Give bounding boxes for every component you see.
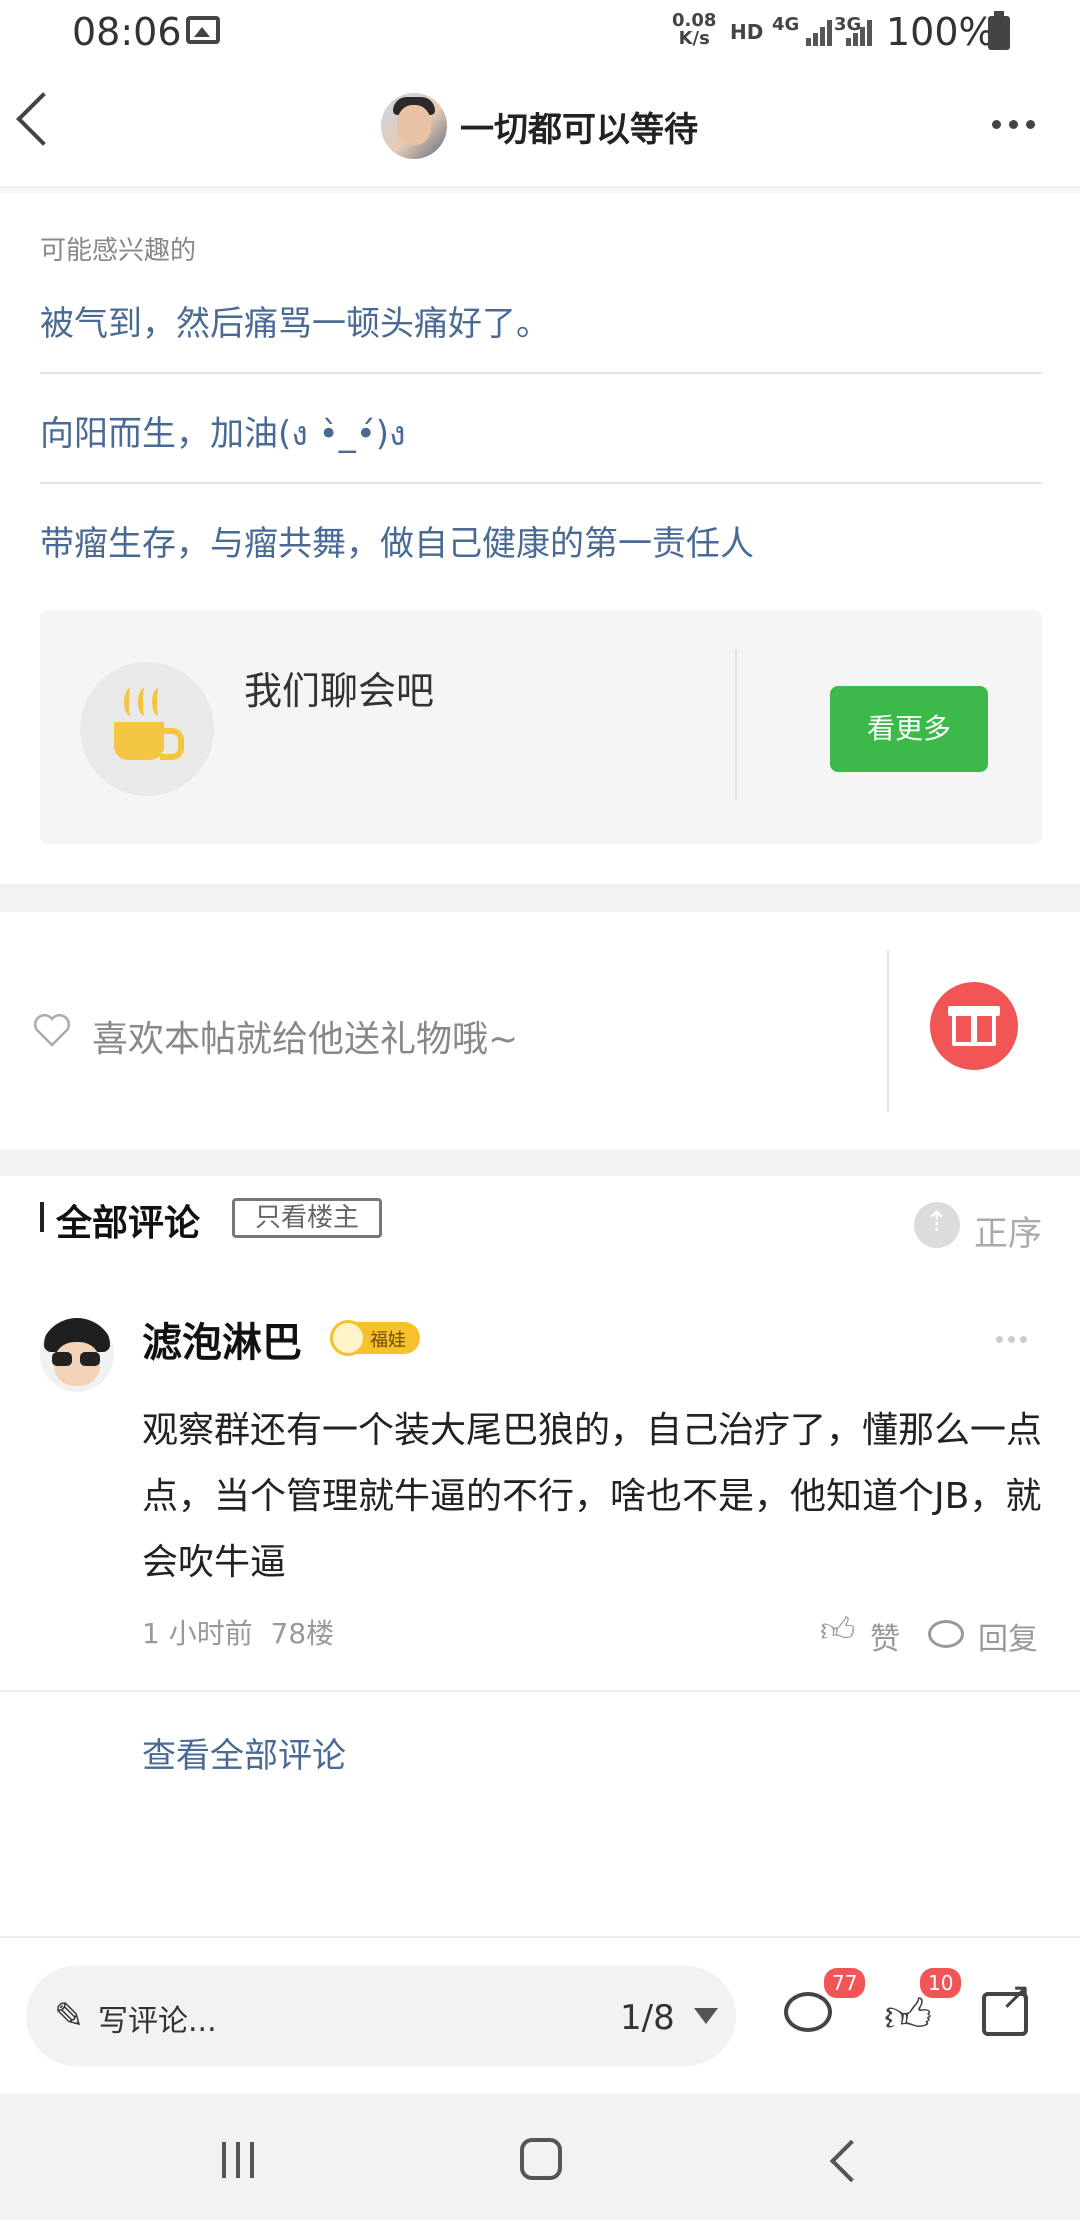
- home-icon[interactable]: [520, 2138, 562, 2180]
- hd-indicator: HD: [730, 20, 764, 44]
- divider: [887, 950, 889, 1112]
- battery-icon: [988, 11, 1010, 50]
- like-count-badge: 10: [918, 1966, 964, 2000]
- divider: [0, 1690, 1080, 1692]
- divider: [735, 650, 737, 800]
- recommended-item[interactable]: 向阳而生，加油(ง •̀_•́)ง: [40, 406, 1042, 460]
- share-icon[interactable]: [982, 1974, 1032, 2036]
- pencil-icon: ✎: [54, 1996, 85, 2037]
- net-speed: 0.08 K/s: [672, 12, 716, 48]
- recommended-item[interactable]: 被气到，然后痛骂一顿头痛好了。: [40, 296, 1042, 345]
- divider: [0, 1936, 1080, 1938]
- comment-more-icon[interactable]: [996, 1336, 1028, 1344]
- gift-icon[interactable]: [930, 982, 1018, 1070]
- gallery-notification-icon: [186, 16, 220, 44]
- comment-text: 观察群还有一个装大尾巴狼的，自己治疗了，懂那么一点点，当个管理就牛逼的不行，啥也…: [142, 1410, 1043, 1583]
- comment-time: 1 小时前: [142, 1617, 253, 1650]
- like-button[interactable]: 赞: [870, 1614, 900, 1658]
- heart-icon[interactable]: [32, 1010, 72, 1050]
- more-icon[interactable]: [992, 120, 1038, 130]
- only-owner-button[interactable]: 只看楼主: [232, 1198, 382, 1238]
- write-comment-placeholder[interactable]: 写评论...: [98, 1996, 217, 2040]
- reply-icon[interactable]: [928, 1620, 964, 1648]
- section-separator: [0, 1150, 1080, 1176]
- badge-label: 福娃: [370, 1330, 406, 1351]
- sort-button[interactable]: 正序: [974, 1206, 1042, 1255]
- badge-icon: [330, 1320, 366, 1356]
- recommended-heading: 可能感兴趣的: [40, 236, 197, 266]
- avatar[interactable]: [40, 1318, 114, 1392]
- net-speed-unit: K/s: [678, 28, 710, 49]
- status-bar: 08:06 0.08 K/s HD 4G 3G 100%: [0, 0, 1080, 66]
- page-indicator[interactable]: 1/8: [620, 1998, 675, 2038]
- section-separator: [0, 884, 1080, 912]
- gift-prompt[interactable]: 喜欢本帖就给他送礼物哦~: [92, 1010, 518, 1062]
- battery-percent: 100%: [886, 10, 995, 54]
- user-badge: 福娃: [330, 1320, 420, 1356]
- signal-3g-icon: [846, 18, 876, 46]
- divider: [40, 372, 1042, 374]
- chevron-down-icon[interactable]: [694, 2008, 718, 2024]
- chat-card-title: 我们聊会吧: [244, 669, 435, 713]
- comment-username[interactable]: 滤泡淋巴: [142, 1310, 302, 1368]
- comment-meta: 1 小时前 78楼: [142, 1612, 334, 1652]
- network-4g-label: 4G: [772, 14, 800, 35]
- recommended-item[interactable]: 带瘤生存，与瘤共舞，做自己健康的第一责任人: [40, 516, 1042, 565]
- section-marker: [40, 1202, 44, 1232]
- comment-floor: 78楼: [270, 1617, 335, 1650]
- sort-icon[interactable]: [914, 1202, 960, 1248]
- recent-apps-icon[interactable]: [222, 2142, 258, 2178]
- status-time: 08:06: [72, 10, 182, 54]
- header-shadow: [0, 186, 1080, 194]
- comments-title: 全部评论: [56, 1203, 201, 1244]
- author-avatar[interactable]: [381, 93, 447, 159]
- view-all-comments-link[interactable]: 查看全部评论: [142, 1728, 346, 1777]
- coffee-cup-icon: [80, 662, 214, 796]
- comment-count-badge: 77: [822, 1966, 868, 2000]
- like-icon[interactable]: 👍︎: [820, 1610, 856, 1651]
- see-more-button[interactable]: 看更多: [830, 686, 988, 772]
- reply-button[interactable]: 回复: [978, 1614, 1038, 1658]
- signal-4g-icon: [806, 18, 836, 46]
- divider: [40, 482, 1042, 484]
- page-title[interactable]: 一切都可以等待: [460, 102, 698, 151]
- comment-icon[interactable]: [784, 1992, 832, 2032]
